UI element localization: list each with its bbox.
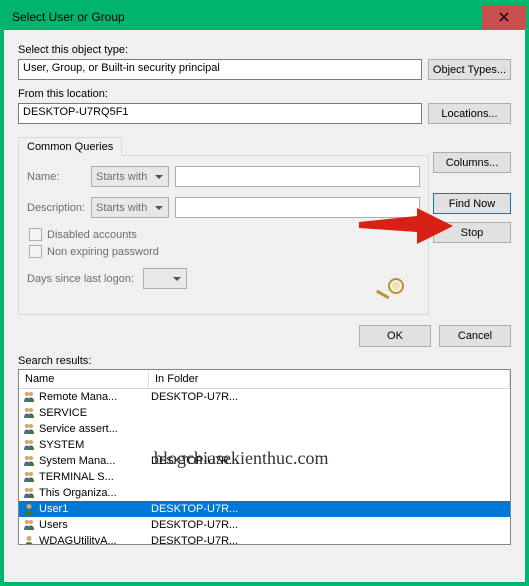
- result-name: WDAGUtilityA...: [37, 535, 149, 545]
- ok-button[interactable]: OK: [359, 325, 431, 347]
- name-input[interactable]: [175, 166, 420, 187]
- result-row[interactable]: Remote Mana...DESKTOP-U7R...: [19, 389, 510, 405]
- description-label: Description:: [27, 202, 85, 214]
- days-combo[interactable]: [143, 268, 187, 289]
- result-folder: DESKTOP-U7R...: [149, 519, 510, 531]
- result-folder: DESKTOP-U7R...: [149, 535, 510, 545]
- result-row[interactable]: WDAGUtilityA...DESKTOP-U7R...: [19, 533, 510, 545]
- description-input[interactable]: [175, 197, 420, 218]
- object-type-label: Select this object type:: [18, 44, 511, 56]
- result-name: SYSTEM: [37, 439, 149, 451]
- group-icon: [21, 406, 37, 420]
- location-label: From this location:: [18, 88, 511, 100]
- queries-panel: Name: Starts with Description: Starts wi…: [18, 155, 429, 315]
- group-icon: [21, 454, 37, 468]
- result-folder: DESKTOP-U7R...: [149, 391, 510, 403]
- find-now-button[interactable]: Find Now: [433, 193, 511, 214]
- object-type-field: User, Group, or Built-in security princi…: [18, 59, 422, 80]
- object-types-button[interactable]: Object Types...: [428, 59, 511, 80]
- name-label: Name:: [27, 171, 85, 183]
- result-name: Users: [37, 519, 149, 531]
- checkbox-icon: [29, 245, 42, 258]
- days-label: Days since last logon:: [27, 273, 137, 285]
- result-row[interactable]: User1DESKTOP-U7R...: [19, 501, 510, 517]
- group-icon: [21, 470, 37, 484]
- result-row[interactable]: SERVICE: [19, 405, 510, 421]
- result-row[interactable]: TERMINAL S...: [19, 469, 510, 485]
- result-row[interactable]: SYSTEM: [19, 437, 510, 453]
- column-folder[interactable]: In Folder: [149, 370, 510, 388]
- close-icon: [499, 12, 509, 22]
- locations-button[interactable]: Locations...: [428, 103, 511, 124]
- result-folder: DESKTOP-U7R...: [149, 503, 510, 515]
- result-name: TERMINAL S...: [37, 471, 149, 483]
- column-name[interactable]: Name: [19, 370, 149, 388]
- result-name: SERVICE: [37, 407, 149, 419]
- user-icon: [21, 534, 37, 545]
- result-row[interactable]: This Organiza...: [19, 485, 510, 501]
- group-icon: [21, 438, 37, 452]
- checkbox-icon: [29, 228, 42, 241]
- columns-button[interactable]: Columns...: [433, 152, 511, 173]
- user-icon: [21, 502, 37, 516]
- tab-common-queries[interactable]: Common Queries: [18, 137, 122, 156]
- cancel-button[interactable]: Cancel: [439, 325, 511, 347]
- stop-button[interactable]: Stop: [433, 222, 511, 243]
- disabled-accounts-checkbox[interactable]: Disabled accounts: [29, 228, 420, 241]
- titlebar: Select User or Group: [4, 4, 525, 30]
- non-expiring-checkbox[interactable]: Non expiring password: [29, 245, 420, 258]
- result-row[interactable]: UsersDESKTOP-U7R...: [19, 517, 510, 533]
- window-title: Select User or Group: [12, 10, 482, 24]
- name-match-combo[interactable]: Starts with: [91, 166, 169, 187]
- group-icon: [21, 486, 37, 500]
- results-list: Name In Folder Remote Mana...DESKTOP-U7R…: [18, 369, 511, 545]
- find-icon: [374, 277, 408, 304]
- group-icon: [21, 390, 37, 404]
- search-results-label: Search results:: [18, 355, 511, 367]
- group-icon: [21, 518, 37, 532]
- result-name: Remote Mana...: [37, 391, 149, 403]
- result-name: Service assert...: [37, 423, 149, 435]
- result-row[interactable]: Service assert...: [19, 421, 510, 437]
- result-row[interactable]: System Mana...DESKTOP-U7R...: [19, 453, 510, 469]
- location-field: DESKTOP-U7RQ5F1: [18, 103, 422, 124]
- description-match-combo[interactable]: Starts with: [91, 197, 169, 218]
- result-name: User1: [37, 503, 149, 515]
- result-folder: DESKTOP-U7R...: [149, 455, 510, 467]
- close-button[interactable]: [482, 5, 526, 29]
- group-icon: [21, 422, 37, 436]
- result-name: System Mana...: [37, 455, 149, 467]
- result-name: This Organiza...: [37, 487, 149, 499]
- results-header: Name In Folder: [19, 370, 510, 389]
